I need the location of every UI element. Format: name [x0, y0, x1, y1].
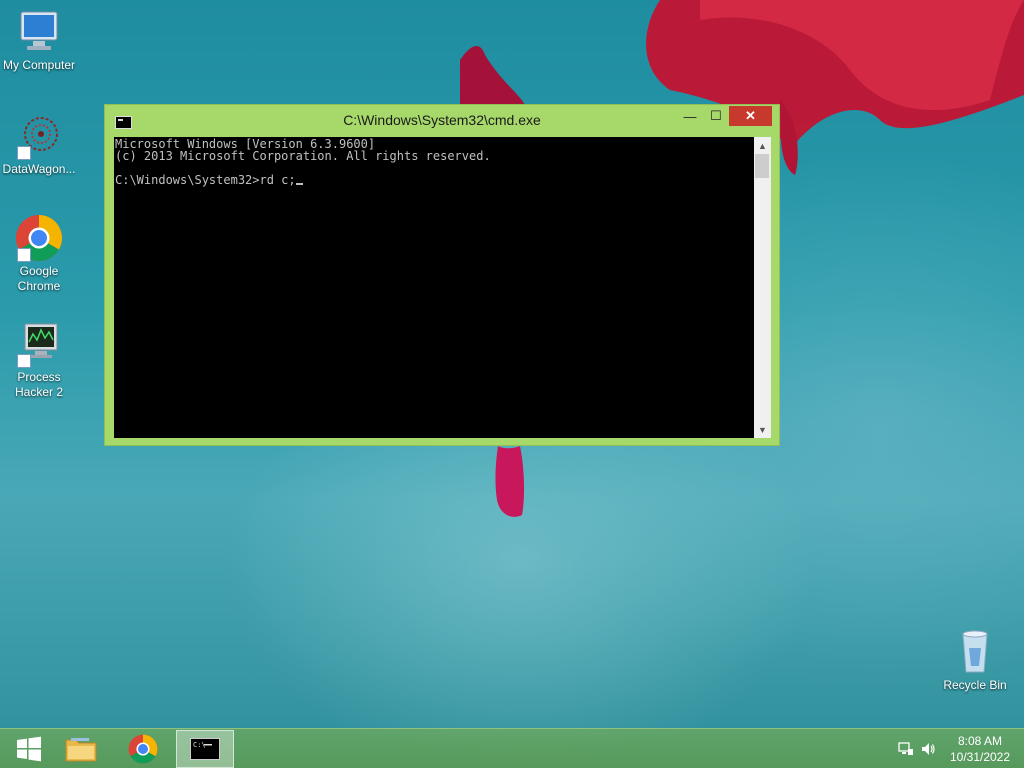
- svg-text:C:\: C:\: [193, 741, 206, 749]
- taskbar-file-explorer[interactable]: [52, 730, 110, 768]
- cmd-titlebar[interactable]: C:\Windows\System32\cmd.exe — ☐ ✕: [105, 105, 779, 135]
- folder-icon: [65, 738, 97, 762]
- desktop-icon-process-hacker[interactable]: Process Hacker 2: [2, 320, 76, 400]
- console-output[interactable]: Microsoft Windows [Version 6.3.9600] (c) …: [114, 137, 754, 438]
- desktop: My Computer DataWagon... Google Chrome P…: [0, 0, 1024, 768]
- taskbar-cmd[interactable]: C:\: [176, 730, 234, 768]
- taskbar: C:\ 8:08 AM 10/31/2022: [0, 728, 1024, 768]
- console-prompt-line: C:\Windows\System32>rd c;: [115, 174, 754, 186]
- close-button[interactable]: ✕: [729, 106, 772, 126]
- desktop-icon-google-chrome[interactable]: Google Chrome: [2, 214, 76, 294]
- cmd-icon: C:\: [190, 738, 220, 760]
- minimize-button[interactable]: —: [677, 106, 703, 126]
- clock-time: 8:08 AM: [957, 734, 1003, 748]
- chrome-icon: [128, 734, 158, 764]
- taskbar-chrome[interactable]: [114, 730, 172, 768]
- scroll-up-arrow-icon[interactable]: ▲: [754, 137, 771, 154]
- console-line: (c) 2013 Microsoft Corporation. All righ…: [115, 149, 491, 163]
- windows-logo-icon: [17, 736, 41, 762]
- shortcut-arrow-icon: [17, 354, 31, 368]
- desktop-icon-label: DataWagon...: [2, 162, 76, 176]
- desktop-icon-label: My Computer: [2, 58, 76, 72]
- recycle-bin-icon: [951, 628, 999, 676]
- process-hacker-icon: [15, 320, 63, 368]
- volume-icon[interactable]: [920, 741, 936, 757]
- datawagon-icon: [15, 112, 63, 160]
- scroll-down-arrow-icon[interactable]: ▼: [754, 421, 771, 438]
- system-clock[interactable]: 8:08 AM 10/31/2022: [942, 733, 1018, 765]
- shortcut-arrow-icon: [17, 146, 31, 160]
- clock-date: 10/31/2022: [949, 750, 1011, 764]
- vertical-scrollbar[interactable]: ▲ ▼: [754, 137, 771, 438]
- desktop-icon-datawagon[interactable]: DataWagon...: [2, 112, 76, 177]
- shortcut-arrow-icon: [17, 248, 31, 262]
- text-cursor: [295, 183, 303, 185]
- chrome-icon: [15, 214, 63, 262]
- maximize-button[interactable]: ☐: [703, 106, 729, 126]
- desktop-icon-recycle-bin[interactable]: Recycle Bin: [938, 628, 1012, 693]
- console-command: C:\Windows\System32>rd c;: [115, 173, 296, 187]
- cmd-window[interactable]: C:\Windows\System32\cmd.exe — ☐ ✕ Micros…: [104, 104, 780, 446]
- scrollbar-thumb[interactable]: [755, 154, 769, 178]
- desktop-icon-label: Process Hacker 2: [14, 370, 64, 399]
- start-button[interactable]: [0, 730, 58, 768]
- desktop-icon-label: Recycle Bin: [943, 678, 1007, 692]
- computer-icon: [15, 8, 63, 56]
- network-icon[interactable]: [898, 741, 914, 757]
- desktop-icon-label: Google Chrome: [17, 264, 61, 293]
- desktop-icon-my-computer[interactable]: My Computer: [2, 8, 76, 73]
